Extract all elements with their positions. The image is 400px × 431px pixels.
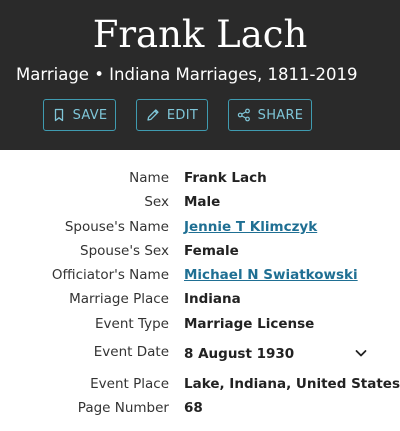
detail-value: 8 August 1930: [184, 346, 295, 362]
detail-row-name: Name Frank Lach: [0, 168, 400, 188]
detail-value: Female: [184, 243, 239, 259]
detail-label: Spouse's Sex: [80, 243, 169, 259]
detail-label: Marriage Place: [69, 291, 169, 307]
detail-value: Male: [184, 194, 221, 210]
detail-label: Name: [129, 170, 169, 186]
share-label: SHARE: [257, 107, 304, 123]
detail-row-spouse-sex: Spouse's Sex Female: [0, 241, 400, 261]
detail-label: Spouse's Name: [64, 219, 169, 235]
action-bar: SAVE EDIT SHARE: [43, 99, 312, 131]
detail-row-spouse-name: Spouse's Name Jennie T Klimczyk: [0, 217, 400, 237]
detail-label: Event Place: [90, 376, 169, 392]
officiator-name-link[interactable]: Michael N Swiatkowski: [184, 265, 358, 285]
detail-row-officiator: Officiator's Name Michael N Swiatkowski: [0, 265, 400, 285]
save-label: SAVE: [72, 107, 108, 123]
detail-label: Sex: [144, 194, 169, 210]
detail-row-event-date: Event Date 8 August 1930: [0, 342, 400, 362]
detail-label: Officiator's Name: [51, 267, 169, 283]
edit-button[interactable]: EDIT: [136, 99, 208, 131]
spouse-name-link[interactable]: Jennie T Klimczyk: [184, 217, 317, 237]
record-subtitle: Marriage • Indiana Marriages, 1811-2019: [16, 65, 358, 84]
edit-label: EDIT: [166, 107, 199, 123]
detail-value: Frank Lach: [184, 170, 267, 186]
detail-value: Marriage License: [184, 316, 315, 332]
share-icon: [237, 108, 250, 122]
detail-row-event-place: Event Place Lake, Indiana, United States: [0, 374, 400, 394]
pencil-icon: [147, 109, 159, 121]
detail-value: Lake, Indiana, United States: [184, 376, 400, 392]
bookmark-icon: [54, 108, 63, 122]
detail-label: Event Type: [95, 316, 169, 332]
detail-label: Event Date: [93, 344, 169, 360]
detail-value: 68: [184, 400, 203, 416]
detail-label: Page Number: [77, 400, 169, 416]
detail-row-sex: Sex Male: [0, 192, 400, 212]
share-button[interactable]: SHARE: [228, 99, 312, 131]
detail-value: Indiana: [184, 291, 241, 307]
detail-row-page-number: Page Number 68: [0, 398, 400, 418]
detail-row-marriage-place: Marriage Place Indiana: [0, 289, 400, 309]
chevron-down-icon[interactable]: [354, 346, 368, 360]
save-button[interactable]: SAVE: [43, 99, 116, 131]
detail-row-event-type: Event Type Marriage License: [0, 314, 400, 334]
record-header: Frank Lach Marriage • Indiana Marriages,…: [0, 0, 400, 150]
page-title: Frank Lach: [92, 13, 308, 56]
